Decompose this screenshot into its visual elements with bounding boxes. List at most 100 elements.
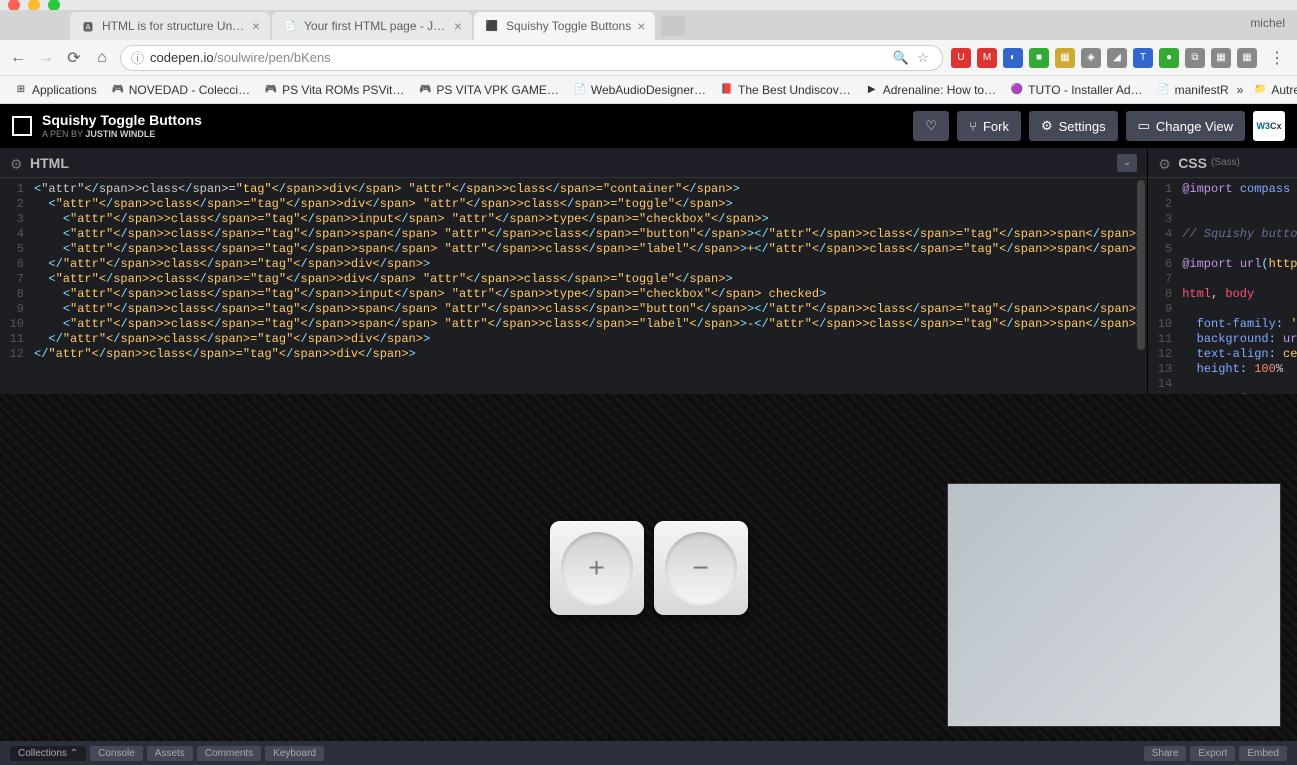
- browser-tab[interactable]: 🅰 HTML is for structure Unit | Ja ×: [70, 12, 270, 40]
- close-tab-icon[interactable]: ×: [637, 18, 645, 34]
- bookmark-label: TUTO - Installer Ad…: [1028, 83, 1142, 97]
- browser-menu-icon[interactable]: ⋮: [1265, 48, 1289, 68]
- site-info-icon[interactable]: ⓘ: [131, 48, 144, 67]
- forward-button[interactable]: →: [36, 48, 56, 68]
- codepen-header: Squishy Toggle Buttons A PEN BY Justin W…: [0, 104, 1297, 148]
- pen-author[interactable]: Justin Windle: [85, 129, 155, 139]
- tab-favicon: 📄: [282, 18, 298, 34]
- heart-icon: ♡: [925, 118, 937, 134]
- editor-language-label: CSS: [1178, 155, 1207, 171]
- extension-icon[interactable]: ◐: [1003, 48, 1023, 68]
- tab-favicon: 🅰: [80, 18, 96, 34]
- bookmark-item[interactable]: 🎮PS VITA VPK GAME…: [412, 81, 564, 99]
- layout-icon: ▭: [1138, 118, 1150, 134]
- assets-button[interactable]: Assets: [147, 746, 193, 761]
- apps-grid-icon: ⊞: [14, 83, 28, 97]
- close-tab-icon[interactable]: ×: [252, 18, 260, 34]
- chevron-down-icon[interactable]: ⌄: [1117, 154, 1137, 172]
- bookmark-item[interactable]: 📄WebAudioDesigner…: [567, 81, 712, 99]
- close-tab-icon[interactable]: ×: [454, 18, 462, 34]
- button-label: Change View: [1156, 119, 1233, 134]
- console-button[interactable]: Console: [90, 746, 143, 761]
- bookmark-item[interactable]: 🎮PS Vita ROMs PSVit…: [258, 81, 410, 99]
- scrollbar-thumb[interactable]: [1137, 180, 1145, 350]
- pen-title: Squishy Toggle Buttons: [42, 113, 202, 128]
- bookmark-favicon: 🎮: [418, 83, 432, 97]
- extensions-area: U M ◐ ■ ▦ ◈ ◢ T ● ⧉ ▦ ▦: [951, 48, 1257, 68]
- bookmark-item[interactable]: 📄manifestR: [1151, 81, 1235, 99]
- toggle-label: +: [561, 532, 633, 604]
- other-bookmarks-folder[interactable]: 📁Autres favoris: [1247, 81, 1297, 99]
- gear-icon[interactable]: ⚙: [1158, 156, 1172, 170]
- extension-icon[interactable]: ▦: [1237, 48, 1257, 68]
- gear-icon: ⚙: [1041, 118, 1053, 134]
- extension-icon[interactable]: U: [951, 48, 971, 68]
- tab-favicon: ⬛: [484, 18, 500, 34]
- css-code-area[interactable]: 123456789101112131415 @import compass //…: [1148, 178, 1297, 394]
- extension-icon[interactable]: ■: [1029, 48, 1049, 68]
- codepen-logo-icon[interactable]: [12, 116, 32, 136]
- home-button[interactable]: ⌂: [92, 48, 112, 68]
- fork-button[interactable]: ⑂ Fork: [957, 111, 1021, 141]
- reload-button[interactable]: ⟳: [64, 48, 84, 68]
- apps-bookmark[interactable]: ⊞ Applications: [8, 81, 103, 99]
- embed-button[interactable]: Embed: [1239, 746, 1287, 761]
- bookmark-label: NOVEDAD - Colecci…: [129, 83, 250, 97]
- css-code[interactable]: @import compass // Squishy buttons inspi…: [1178, 178, 1297, 394]
- toggle-label: −: [665, 532, 737, 604]
- extension-icon[interactable]: ▦: [1055, 48, 1075, 68]
- bookmarks-overflow-icon[interactable]: »: [1237, 83, 1244, 97]
- toggle-button-minus[interactable]: −: [654, 521, 748, 615]
- bookmark-item[interactable]: 🟣 TUTO - Installer Ad…: [1004, 81, 1148, 99]
- bookmark-label: The Best Undiscov…: [738, 83, 851, 97]
- extension-icon[interactable]: ⧉: [1185, 48, 1205, 68]
- button-label: Settings: [1059, 119, 1106, 134]
- bookmark-item[interactable]: ▶Adrenaline: How to…: [859, 81, 1002, 99]
- window-controls: [0, 0, 1297, 10]
- change-view-button[interactable]: ▭ Change View: [1126, 111, 1245, 141]
- search-icon[interactable]: 🔍: [892, 49, 910, 67]
- bookmark-star-icon[interactable]: ☆: [914, 49, 932, 67]
- bookmark-label: Adrenaline: How to…: [883, 83, 996, 97]
- chevron-up-icon: ⌃: [70, 748, 78, 759]
- keyboard-button[interactable]: Keyboard: [265, 746, 324, 761]
- html-code-area[interactable]: 123456789101112 <"attr"</span>>class</sp…: [0, 178, 1147, 394]
- extension-icon[interactable]: ◢: [1107, 48, 1127, 68]
- profile-name[interactable]: michel: [1250, 16, 1285, 30]
- toggle-button-plus[interactable]: +: [550, 521, 644, 615]
- extension-icon[interactable]: T: [1133, 48, 1153, 68]
- back-button[interactable]: ←: [8, 48, 28, 68]
- gear-icon[interactable]: ⚙: [10, 156, 24, 170]
- new-tab-button[interactable]: [661, 16, 685, 36]
- css-editor: ⚙ CSS (Sass) ⌄ 123456789101112131415 @im…: [1148, 148, 1297, 394]
- button-label: Fork: [983, 119, 1009, 134]
- bookmark-favicon: 🟣: [1010, 83, 1024, 97]
- extension-icon[interactable]: ◈: [1081, 48, 1101, 68]
- w3c-badge[interactable]: W3Cx: [1253, 111, 1285, 141]
- settings-button[interactable]: ⚙ Settings: [1029, 111, 1118, 141]
- html-editor: ⚙ HTML ⌄ 123456789101112 <"attr"</span>>…: [0, 148, 1148, 394]
- bookmark-item[interactable]: 🎮NOVEDAD - Colecci…: [105, 81, 256, 99]
- extension-icon[interactable]: ▦: [1211, 48, 1231, 68]
- extension-icon[interactable]: ●: [1159, 48, 1179, 68]
- bookmark-favicon: 📕: [720, 83, 734, 97]
- extension-icon[interactable]: M: [977, 48, 997, 68]
- bookmark-label: Applications: [32, 83, 97, 97]
- url-host: codepen.io: [150, 50, 214, 65]
- bookmark-label: PS Vita ROMs PSVit…: [282, 83, 404, 97]
- browser-tab-bar: 🅰 HTML is for structure Unit | Ja × 📄 Yo…: [0, 10, 1297, 40]
- folder-icon: 📁: [1253, 83, 1267, 97]
- browser-tab[interactable]: 📄 Your first HTML page - JS Bin ×: [272, 12, 472, 40]
- html-code[interactable]: <"attr"</span>>class</span>="tag"</span>…: [30, 178, 1147, 394]
- export-button[interactable]: Export: [1190, 746, 1235, 761]
- bookmark-favicon: 📄: [1157, 83, 1171, 97]
- comments-button[interactable]: Comments: [197, 746, 261, 761]
- browser-tab-active[interactable]: ⬛ Squishy Toggle Buttons ×: [474, 12, 655, 40]
- share-button[interactable]: Share: [1144, 746, 1187, 761]
- collections-button[interactable]: Collections ⌃: [10, 746, 86, 761]
- address-bar[interactable]: ⓘ codepen.io/soulwire/pen/bKens 🔍 ☆: [120, 45, 943, 71]
- fork-icon: ⑂: [969, 119, 977, 134]
- bookmark-item[interactable]: 📕 The Best Undiscov…: [714, 81, 857, 99]
- webcam-overlay: [947, 483, 1281, 727]
- heart-button[interactable]: ♡: [913, 111, 949, 141]
